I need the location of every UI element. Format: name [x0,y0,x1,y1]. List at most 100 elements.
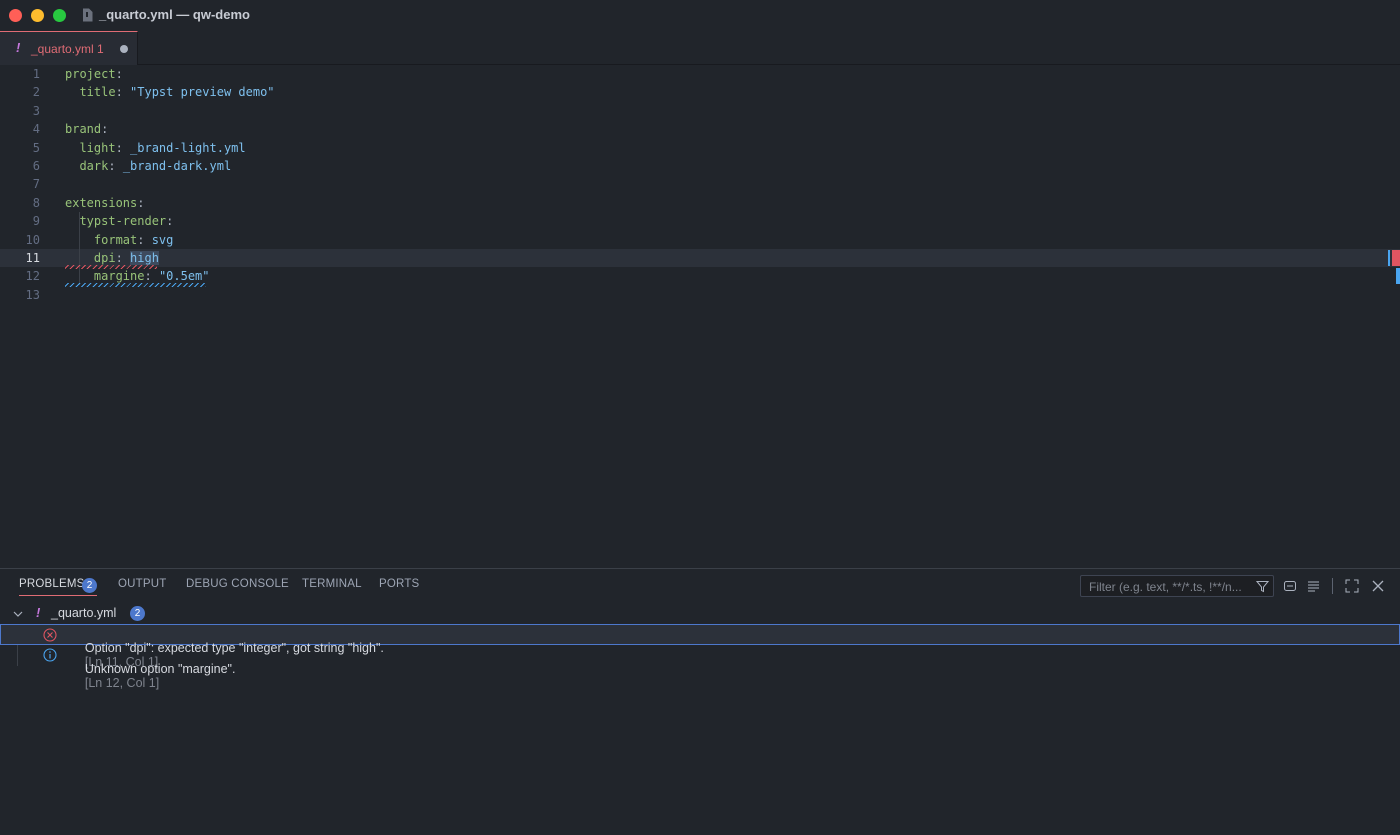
code-editor[interactable]: 1 project: 2 title: "Typst preview demo" 3 4… [0,65,1400,568]
bottom-panel: PROBLEMS 2 OUTPUT DEBUG CONSOLE TERMINAL… [0,568,1400,835]
code-token: _brand-dark.yml [122,159,232,173]
code-token: : [144,269,159,284]
tab-debug-console[interactable]: DEBUG CONSOLE [186,578,289,590]
code-text: title: "Typst preview demo" [65,83,275,101]
title-bar: _quarto.yml — qw-demo [0,0,1400,32]
filter-icon[interactable] [1256,580,1269,593]
code-line[interactable]: 12 margine: "0.5em" [0,267,1400,285]
code-token: extensions [65,195,138,210]
tab-terminal[interactable]: TERMINAL [302,578,362,590]
chevron-down-icon[interactable] [12,608,24,620]
code-token: light [65,140,116,155]
code-text: extensions: [65,194,144,212]
problems-count-badge: 2 [82,578,97,593]
code-token: : [115,67,123,81]
warning-icon: ! [36,605,41,620]
problem-message: Unknown option "margine". [84,662,236,676]
overview-ruler-error [1392,250,1400,266]
code-line[interactable]: 2 title: "Typst preview demo" [0,83,1400,101]
code-token: "0.5em" [158,269,210,284]
line-number: 13 [25,287,40,302]
collapse-all-icon[interactable] [1282,578,1298,594]
line-number: 9 [32,214,40,229]
problem-item-error[interactable]: Option "dpi": expected type "integer", g… [0,624,1400,669]
line-number: 6 [32,159,40,173]
code-token: title [65,85,116,100]
problem-location: [Ln 12, Col 1] [84,676,160,690]
code-token: format [65,232,138,247]
code-line[interactable]: 6 dark: _brand-dark.yml [0,157,1400,175]
code-line[interactable]: 5 light: _brand-light.yml [0,139,1400,157]
tab-label: _quarto.yml 1 [31,42,104,56]
code-line[interactable]: 13 [0,286,1400,304]
unsaved-dot-icon[interactable] [120,45,128,53]
error-squiggle [65,265,157,269]
editor-tab-bar: ! _quarto.yml 1 [0,31,1400,65]
tab-quarto-yml[interactable]: ! _quarto.yml 1 [0,31,138,65]
line-number: 8 [32,195,40,210]
code-token: : [101,122,109,137]
code-line[interactable]: 4 brand: [0,120,1400,138]
line-number: 4 [32,122,40,137]
code-token: dpi [65,251,116,265]
line-number: 11 [25,251,40,265]
code-text: brand: [65,120,108,138]
close-window-button[interactable] [9,9,22,22]
filter-input[interactable] [1087,578,1251,596]
code-line[interactable]: 11 dpi: high [0,249,1400,267]
code-token: typst-render [65,214,167,229]
warning-icon: ! [16,40,21,55]
code-token: : [115,140,131,155]
info-squiggle [65,283,206,287]
minimize-window-button[interactable] [31,9,44,22]
view-as-list-icon[interactable] [1306,578,1322,594]
file-problems-count-badge: 2 [130,606,145,621]
indent-guide [79,212,80,286]
code-line[interactable]: 9 typst-render: [0,212,1400,230]
code-token: : [115,85,131,100]
maximize-window-button[interactable] [53,9,66,22]
tab-output[interactable]: OUTPUT [118,578,166,590]
line-number: 2 [32,85,40,100]
code-token: "Typst preview demo" [130,85,275,100]
problems-filter[interactable] [1080,575,1274,597]
maximize-panel-icon[interactable] [1344,578,1360,594]
code-text: typst-render: [65,212,173,230]
overview-ruler-info [1396,268,1400,284]
code-token: : [115,251,131,265]
code-token: project [65,67,116,81]
line-number: 1 [32,67,40,81]
code-text: format: svg [65,231,174,249]
line-number: 3 [32,103,40,118]
code-text: light: _brand-light.yml [65,139,246,157]
tab-ports[interactable]: PORTS [379,578,419,590]
code-text: project: [65,65,123,83]
code-token: brand [65,122,102,137]
active-tab-indicator [19,595,97,596]
code-token: : [166,214,174,229]
file-icon [83,8,93,22]
tab-problems[interactable]: PROBLEMS [19,578,85,590]
code-line[interactable]: 10 format: svg [0,231,1400,249]
info-icon [43,648,57,662]
problem-item-info[interactable]: Unknown option "margine". [Ln 12, Col 1] [0,645,1400,690]
toolbar-divider [1332,578,1333,594]
line-number: 12 [25,269,40,284]
code-token: dark [65,159,109,173]
code-line[interactable]: 8 extensions: [0,194,1400,212]
code-line[interactable]: 1 project: [0,65,1400,83]
code-line[interactable]: 7 [0,175,1400,193]
line-number: 10 [25,232,40,247]
code-line[interactable]: 3 [0,102,1400,120]
error-icon [43,628,57,642]
code-token: : [137,232,152,247]
window-title: _quarto.yml — qw-demo [99,7,250,22]
problems-file-name: _quarto.yml [51,606,117,620]
code-token: svg [151,232,174,247]
problems-file-row[interactable]: ! _quarto.yml 2 [0,603,1400,624]
code-token: _brand-light.yml [130,140,246,155]
code-token: : [137,195,145,210]
code-text: dark: _brand-dark.yml [65,157,231,175]
close-panel-icon[interactable] [1370,578,1386,594]
overview-ruler-cursor [1388,250,1390,266]
